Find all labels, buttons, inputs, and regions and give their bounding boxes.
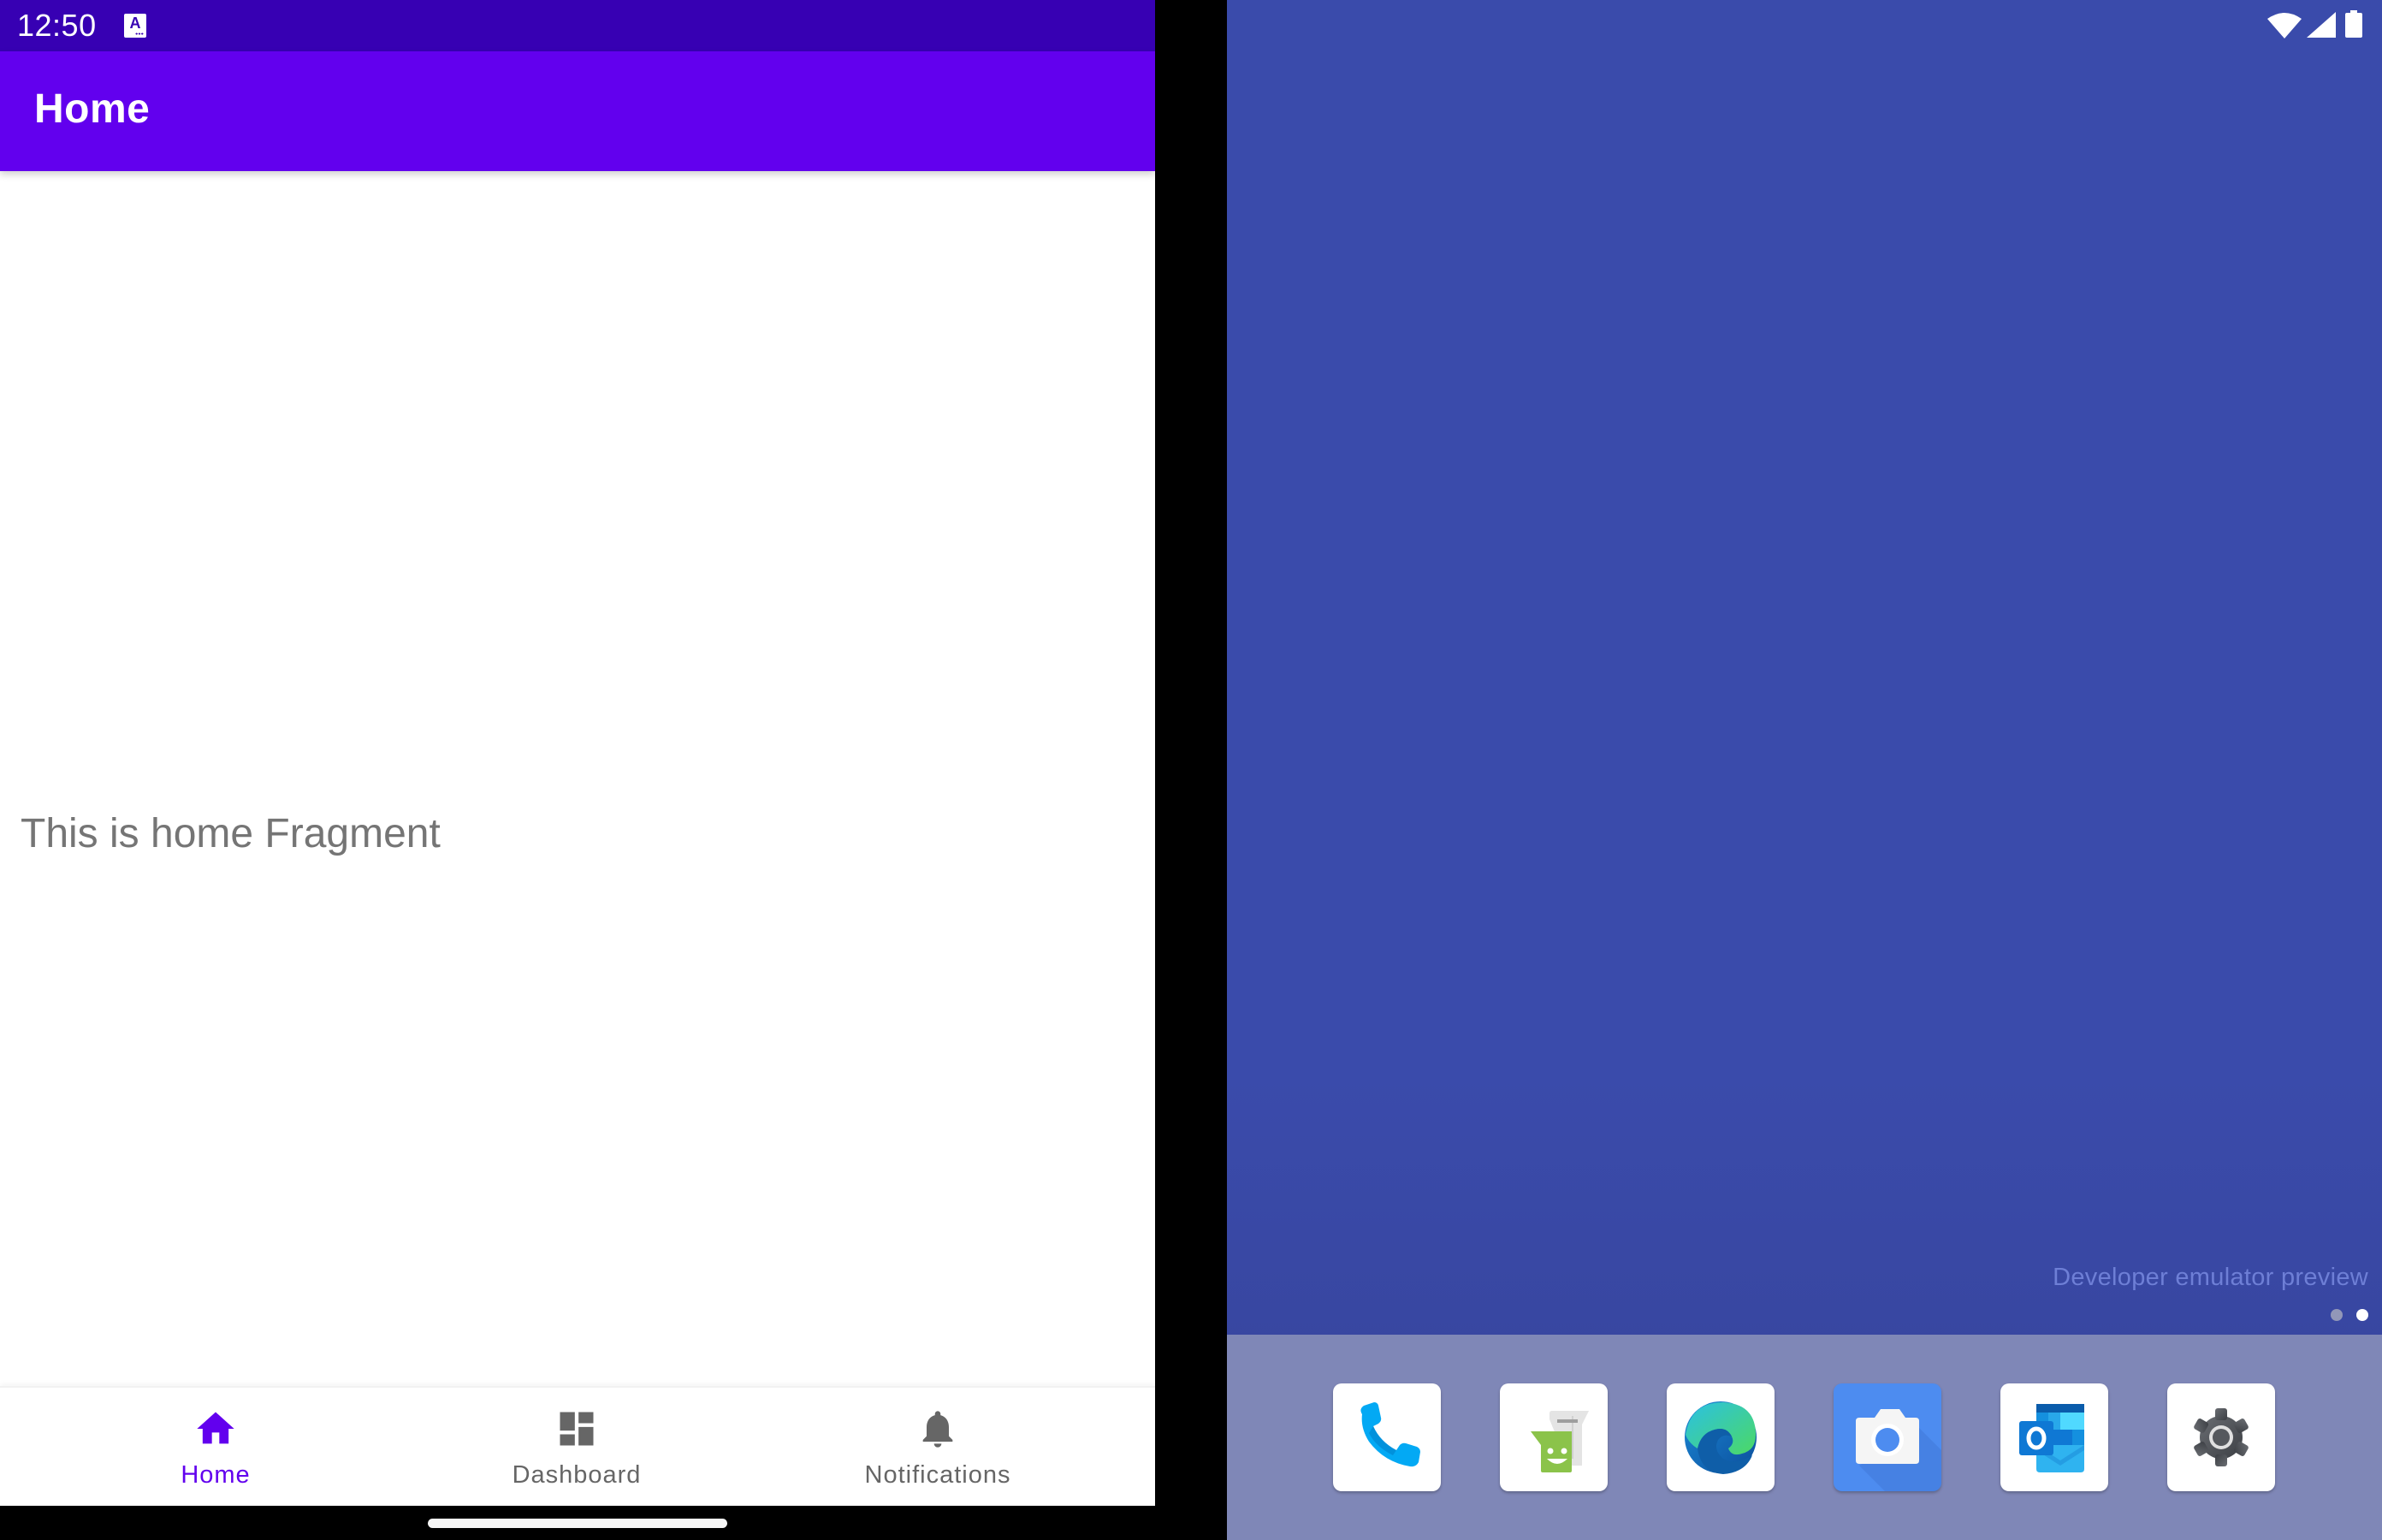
right-screen-launcher: Developer emulator preview <box>1227 0 2382 1540</box>
dual-screen-device: 12:50 A Home This is home Fragment Home <box>0 0 2382 1540</box>
page-indicator <box>2319 1309 2370 1323</box>
page-title: Home <box>34 86 151 132</box>
home-gesture-handle[interactable] <box>428 1519 727 1528</box>
accessibility-a-icon: A <box>124 14 146 38</box>
page-dot-1[interactable] <box>2331 1309 2343 1321</box>
dock-app-edge[interactable] <box>1667 1383 1775 1491</box>
battery-icon <box>2345 10 2362 38</box>
developer-preview-watermark: Developer emulator preview <box>2053 1264 2368 1291</box>
nav-item-dashboard[interactable]: Dashboard <box>397 1388 756 1507</box>
status-bar: 12:50 A <box>0 0 1155 51</box>
dock-app-outlook[interactable] <box>2000 1383 2108 1491</box>
edge-browser-icon <box>1685 1401 1757 1474</box>
dock-app-settings[interactable] <box>2167 1383 2275 1491</box>
cellular-signal-icon <box>2307 12 2336 38</box>
status-clock: 12:50 <box>17 8 97 43</box>
nav-label-home: Home <box>181 1461 251 1489</box>
home-fragment-text: This is home Fragment <box>21 811 441 856</box>
dashboard-icon <box>560 1412 594 1446</box>
device-hinge <box>1155 0 1227 1540</box>
nav-item-notifications[interactable]: Notifications <box>758 1388 1117 1507</box>
outlook-icon <box>2019 1404 2084 1472</box>
app-dock <box>1227 1335 2382 1540</box>
nav-label-notifications: Notifications <box>864 1461 1011 1489</box>
home-icon <box>197 1412 234 1444</box>
messages-icon <box>1531 1411 1589 1472</box>
home-fragment-content: This is home Fragment <box>0 171 1155 1386</box>
bottom-navigation: Home Dashboard Notifications <box>0 1386 1155 1506</box>
phone-icon <box>1360 1402 1420 1467</box>
wifi-icon <box>2267 13 2302 38</box>
settings-gear-icon <box>2194 1408 2249 1466</box>
bell-icon <box>922 1411 953 1448</box>
dock-app-phone[interactable] <box>1333 1383 1441 1491</box>
status-icons <box>2267 10 2370 39</box>
dock-app-camera[interactable] <box>1834 1383 1941 1491</box>
camera-icon <box>1856 1409 1941 1491</box>
left-screen: 12:50 A Home This is home Fragment Home <box>0 0 1155 1540</box>
page-dot-2-current[interactable] <box>2356 1309 2368 1321</box>
app-bar: Home <box>0 51 1155 171</box>
nav-item-home[interactable]: Home <box>36 1388 395 1507</box>
nav-label-dashboard: Dashboard <box>512 1461 642 1489</box>
dock-app-messages[interactable] <box>1500 1383 1608 1491</box>
